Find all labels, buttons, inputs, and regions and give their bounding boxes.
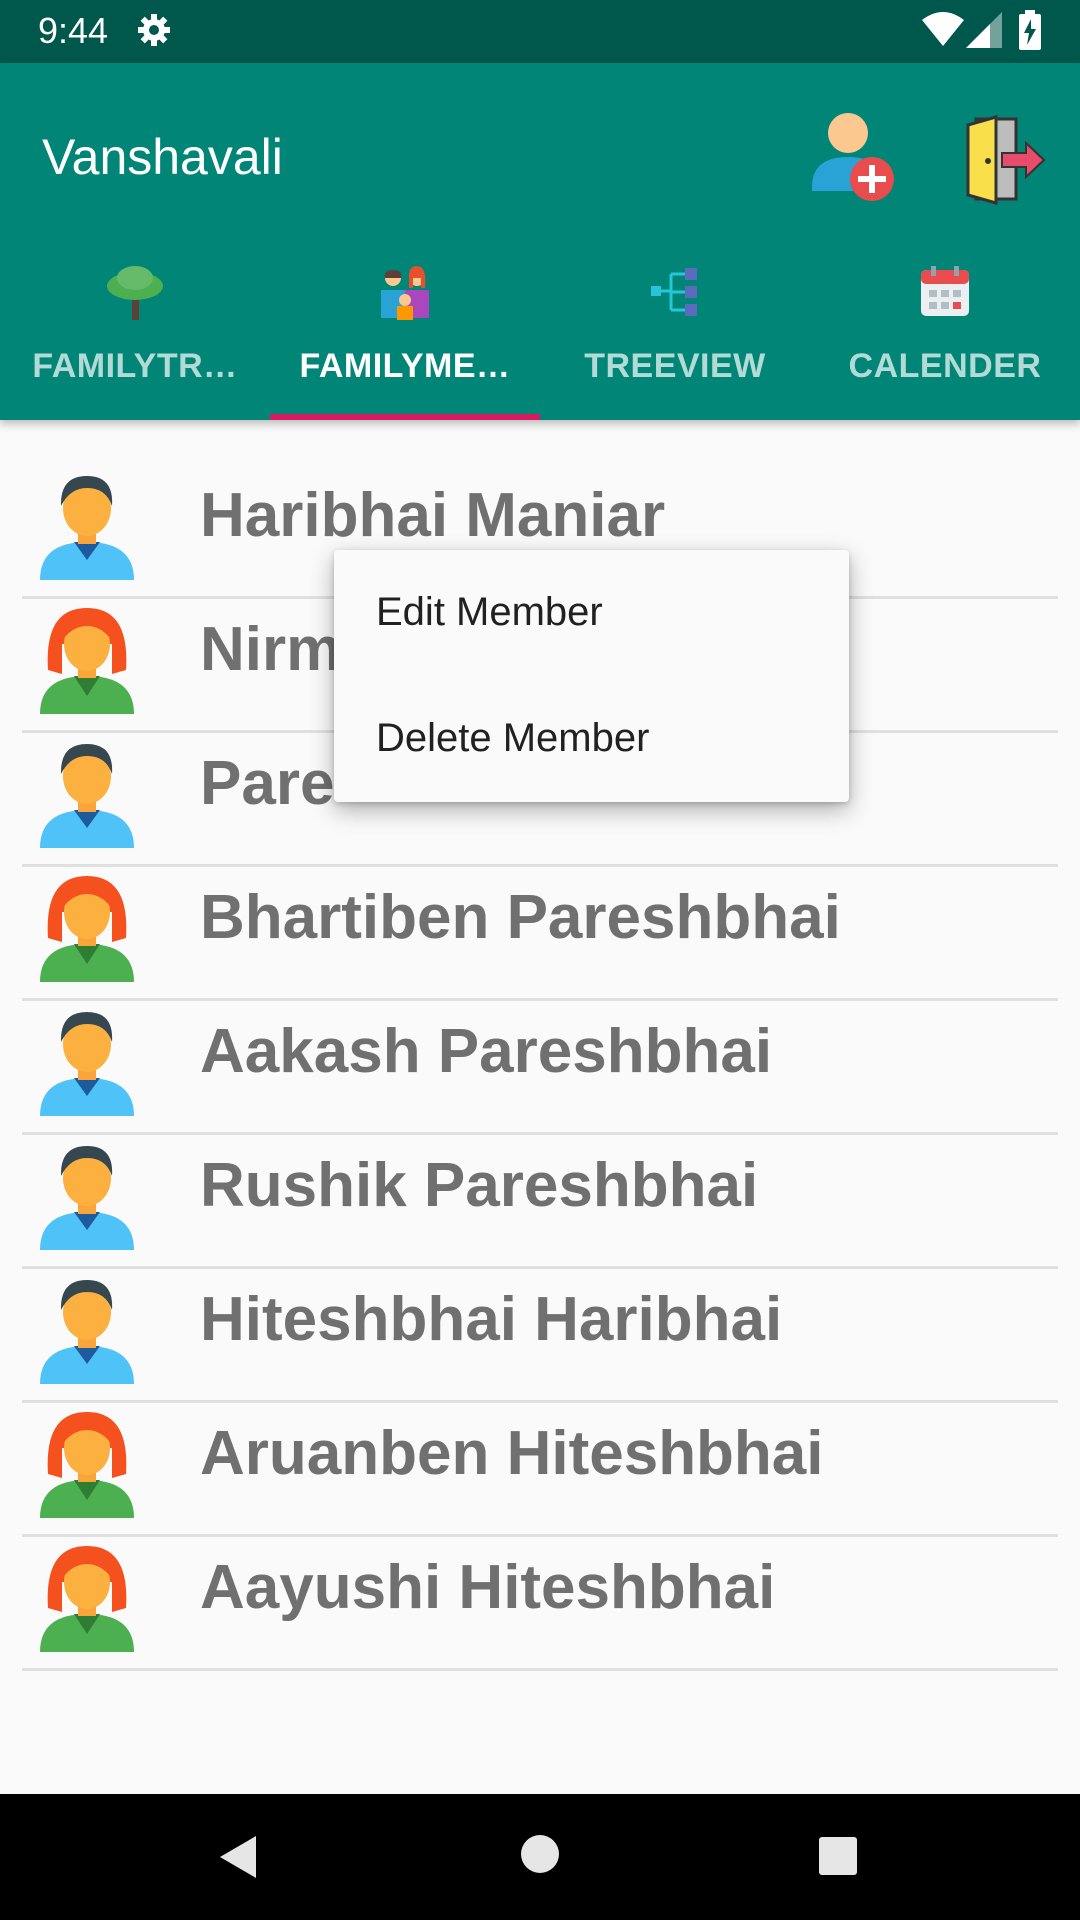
hierarchy-icon (651, 268, 697, 316)
wifi-icon (922, 12, 964, 46)
tab-label: CALENDER (848, 347, 1042, 385)
add-member-icon (812, 113, 894, 201)
member-row[interactable]: Aayushi Hiteshbhai (0, 1492, 1080, 1671)
navigation-bar (0, 1794, 1080, 1920)
member-row[interactable]: Bhartiben Pareshbhai (0, 822, 1080, 1001)
add-member-button[interactable] (812, 109, 902, 209)
status-time: 9:44 (38, 10, 109, 51)
calendar-icon (921, 266, 969, 316)
signal-icon (966, 12, 1002, 48)
tab-label: TREEVIEW (584, 347, 766, 385)
tab-familytree[interactable]: FAMILYTR… (0, 246, 270, 420)
member-name: Rushik Pareshbhai (200, 1151, 759, 1220)
menu-item-label: Delete Member (376, 716, 650, 760)
home-icon[interactable] (520, 1834, 560, 1874)
member-row[interactable]: Aakash Pareshbhai (0, 956, 1080, 1135)
status-bar: 9:44 (0, 0, 1080, 63)
member-name: Aakash Pareshbhai (200, 1017, 773, 1086)
member-name: Haribhai Maniar (200, 481, 666, 550)
member-row[interactable]: Rushik Pareshbhai (0, 1090, 1080, 1269)
menu-item-label: Edit Member (376, 590, 603, 634)
member-row[interactable]: Haribhai Maniar (0, 420, 1080, 599)
edit-member-menu-item[interactable]: Edit Member (334, 550, 849, 676)
family-icon (381, 266, 429, 320)
delete-member-menu-item[interactable]: Delete Member (334, 676, 849, 802)
logout-door-icon (966, 115, 1046, 205)
member-row[interactable]: Hiteshbhai Haribhai (0, 1224, 1080, 1403)
tab-familymembers[interactable]: FAMILYME… (270, 246, 540, 420)
app-bar: Vanshavali FAMILYTR… FAMILYME… TREEVIEW … (0, 63, 1080, 420)
member-name: Aayushi Hiteshbhai (200, 1553, 776, 1622)
female-avatar-icon (40, 1546, 134, 1652)
member-name: Nirm (200, 615, 342, 684)
app-title: Vanshavali (42, 129, 283, 185)
back-icon[interactable] (218, 1834, 258, 1880)
member-name: Aruanben Hiteshbhai (200, 1419, 824, 1488)
member-name: Hiteshbhai Haribhai (200, 1285, 783, 1354)
tab-label: FAMILYTR… (32, 347, 238, 385)
gear-icon (138, 14, 170, 46)
tree-icon (107, 266, 163, 320)
divider (22, 1668, 1058, 1671)
tab-label: FAMILYME… (299, 347, 511, 385)
member-row[interactable]: Aruanben Hiteshbhai (0, 1358, 1080, 1537)
member-name: Bhartiben Pareshbhai (200, 883, 841, 952)
member-context-menu: Edit Member Delete Member (334, 550, 849, 802)
logout-button[interactable] (962, 115, 1046, 205)
recents-icon[interactable] (818, 1836, 858, 1876)
member-name: Pare (200, 749, 335, 818)
tab-treeview[interactable]: TREEVIEW (540, 246, 810, 420)
battery-charging-icon (1019, 10, 1041, 50)
tab-calender[interactable]: CALENDER (810, 246, 1080, 420)
